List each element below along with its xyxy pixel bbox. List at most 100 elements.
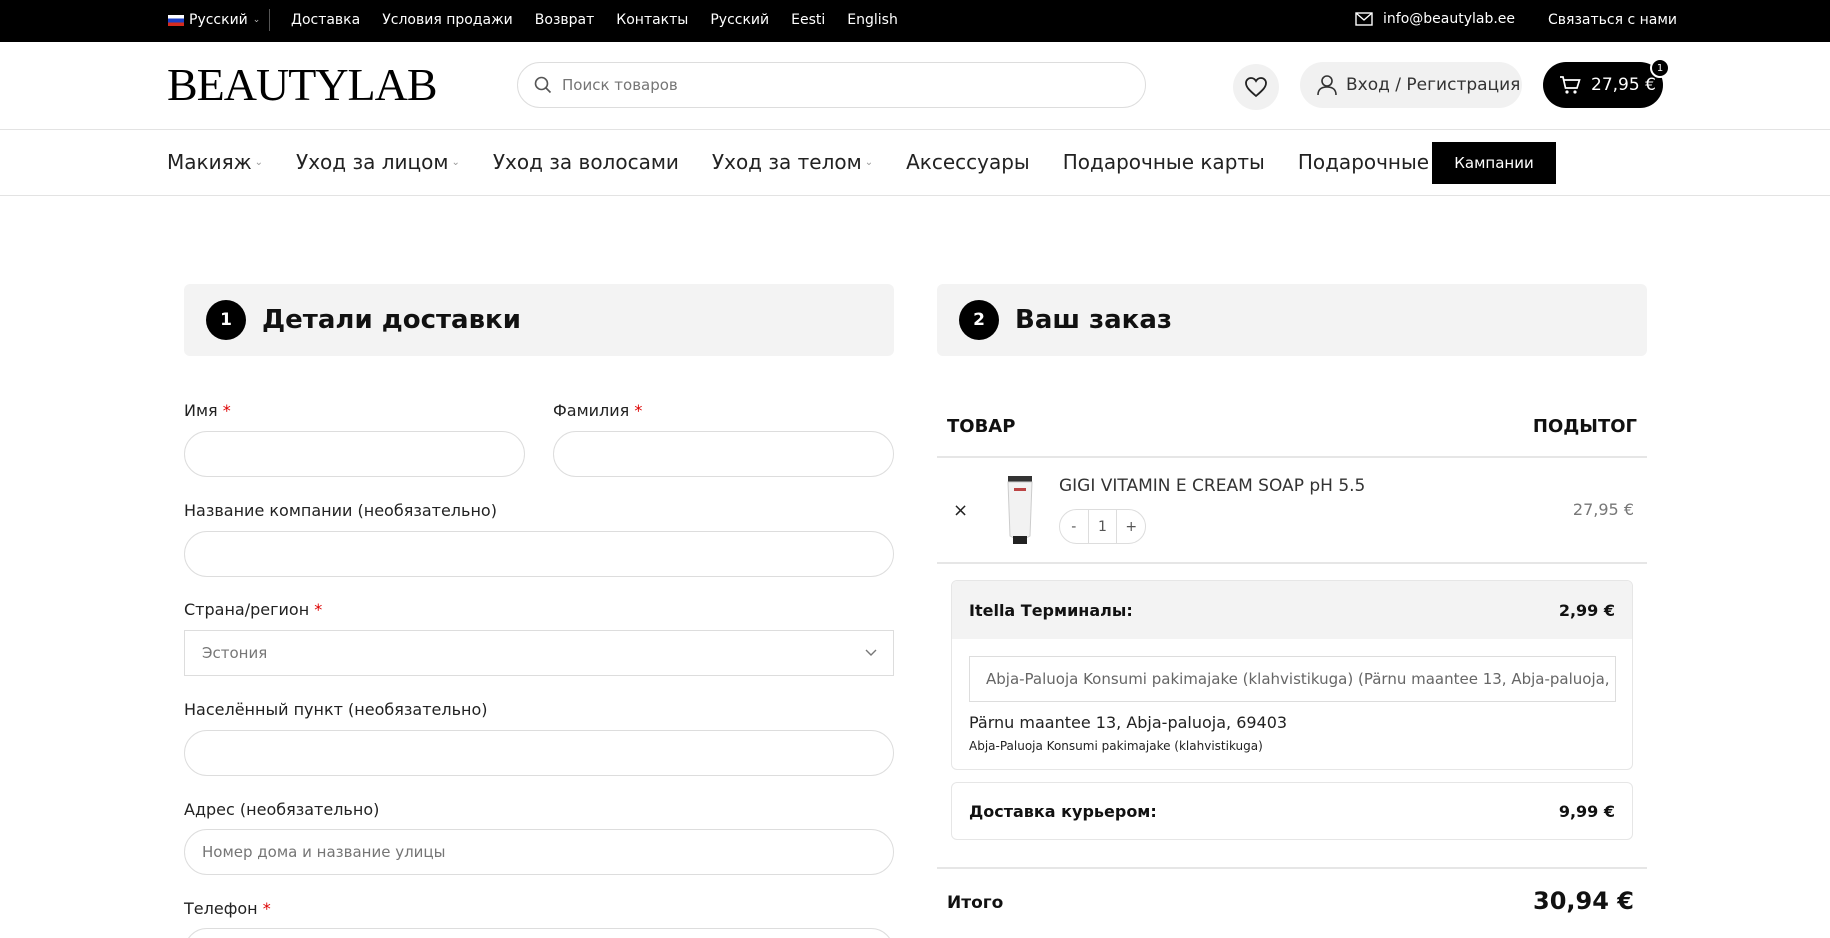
logo[interactable]: BEAUTYLAB [167,62,438,108]
top-link-delivery[interactable]: Доставка [291,12,360,28]
nav-item-face-care[interactable]: Уход за лицом ⌄ [296,150,460,174]
company-field[interactable] [184,531,894,577]
remove-item-button[interactable]: × [953,500,968,521]
email-link[interactable]: info@beautylab.ee [1355,11,1515,27]
top-bar: Русский ⌄ Доставка Условия продажи Возвр… [0,0,1830,42]
step-number: 2 [959,300,999,340]
city-input[interactable] [185,731,893,775]
login-button[interactable]: Вход / Регистрация [1300,62,1522,108]
product-subtotal: 27,95 € [1572,500,1634,519]
top-link-terms[interactable]: Условия продажи [382,12,513,28]
cart-count-badge: 1 [1650,58,1670,78]
main-navigation: Макияж ⌄ Уход за лицом ⌄ Уход за волосами … [0,130,1830,196]
top-link-lang-en[interactable]: English [847,12,898,28]
address-label: Адрес (необязательно) [184,800,380,819]
shipping-courier-price: 9,99 € [1558,801,1615,821]
order-section-header: 2 Ваш заказ [937,284,1647,356]
first-name-input[interactable] [185,432,524,476]
top-link-lang-ru[interactable]: Русский [710,12,769,28]
step-number: 1 [206,300,246,340]
chevron-down-icon: ⌄ [252,15,261,25]
last-name-input[interactable] [554,432,893,476]
top-link-lang-et[interactable]: Eesti [791,12,825,28]
last-name-field[interactable] [553,431,894,477]
nav-item-makeup[interactable]: Макияж ⌄ [167,150,263,174]
nav-label: Уход за волосами [492,150,679,174]
contact-link[interactable]: Связаться с нами [1548,12,1677,28]
qty-plus-button[interactable]: + [1117,519,1145,535]
nav-label: Аксессуары [906,150,1030,174]
russia-flag-icon [168,14,184,26]
order-item-row: × GIGI VITAMIN E CREAM SOAP pH 5.5 - 1 +… [937,458,1647,564]
country-select[interactable]: Эстония [184,630,894,676]
col-product: ТОВАР [947,416,1016,437]
cart-icon [1560,76,1581,94]
total-label: Итого [947,893,1004,913]
language-switcher[interactable]: Русский ⌄ [168,12,260,28]
qty-value[interactable]: 1 [1087,510,1118,543]
nav-item-hair-care[interactable]: Уход за волосами [493,150,679,174]
search-input[interactable] [562,76,1102,94]
top-links: Доставка Условия продажи Возврат Контакт… [291,12,920,28]
shipping-courier-label: Доставка курьером: [969,801,1157,821]
chevron-down-icon [865,649,877,656]
total-value: 30,94 € [1533,887,1634,915]
phone-input[interactable] [185,929,893,938]
phone-field[interactable] [184,928,894,938]
nav-item-accessories[interactable]: Аксессуары [906,150,1030,174]
cart-total: 27,95 € [1591,75,1656,95]
search-icon [534,76,552,94]
nav-item-gift-cards[interactable]: Подарочные карты [1063,150,1265,174]
nav-label: Уход за лицом [296,150,449,174]
company-input[interactable] [185,532,893,576]
language-label: Русский [189,12,248,28]
order-table-header: ТОВАР ПОДЫТОГ [937,396,1647,458]
qty-minus-button[interactable]: - [1060,519,1088,535]
shipping-itella-price: 2,99 € [1558,600,1615,620]
country-value: Эстония [202,644,268,662]
cart-button[interactable]: 27,95 € [1543,62,1663,108]
shipping-option-itella[interactable]: Itella Терминалы: 2,99 € Abja-Paluoja Ko… [951,580,1633,770]
delivery-title: Детали доставки [262,305,521,335]
chevron-down-icon: ⌄ [254,156,264,168]
order-total-row: Итого 30,94 € [937,867,1647,938]
user-icon [1317,75,1337,96]
nav-label: Подарочные карты [1062,150,1265,174]
nav-label: Уход за телом [711,150,862,174]
mail-icon [1355,12,1373,26]
city-field[interactable] [184,730,894,776]
terminal-address: Pärnu maantee 13, Abja-paluoja, 69403 [969,713,1288,732]
first-name-label: Имя * [184,401,231,420]
product-name[interactable]: GIGI VITAMIN E CREAM SOAP pH 5.5 [1059,476,1365,496]
heart-icon [1245,77,1267,98]
top-link-returns[interactable]: Возврат [535,12,595,28]
top-link-contacts[interactable]: Контакты [616,12,688,28]
chevron-down-icon: ⌄ [864,156,874,168]
search-bar[interactable] [517,62,1146,108]
delivery-section-header: 1 Детали доставки [184,284,894,356]
country-label: Страна/регион * [184,600,323,619]
wishlist-button[interactable] [1233,64,1279,110]
shipping-itella-label: Itella Терминалы: [969,600,1133,620]
email-text: info@beautylab.ee [1383,11,1516,27]
terminal-name: Abja-Paluoja Konsumi pakimajake (klahvis… [969,739,1263,753]
company-label: Название компании (необязательно) [184,501,497,520]
shipping-option-courier[interactable]: Доставка курьером: 9,99 € [951,782,1633,840]
first-name-field[interactable] [184,431,525,477]
campaigns-button[interactable]: Кампании [1432,142,1556,184]
address-input[interactable] [185,830,893,874]
order-title: Ваш заказ [1015,305,1172,335]
last-name-label: Фамилия * [553,401,643,420]
quantity-stepper: - 1 + [1059,509,1146,544]
col-subtotal: ПОДЫТОГ [1532,416,1637,437]
nav-label: Макияж [167,150,252,174]
site-header: BEAUTYLAB Вход / Регистрация 27,95 € 1 [0,42,1830,130]
product-image [1007,476,1033,544]
chevron-down-icon: ⌄ [451,156,460,168]
nav-item-body-care[interactable]: Уход за телом ⌄ [712,150,873,174]
address-field[interactable] [184,829,894,875]
terminal-select[interactable]: Abja-Paluoja Konsumi pakimajake (klahvis… [969,656,1616,702]
divider [269,9,270,31]
phone-label: Телефон * [184,899,271,918]
city-label: Населённый пункт (необязательно) [184,700,488,719]
